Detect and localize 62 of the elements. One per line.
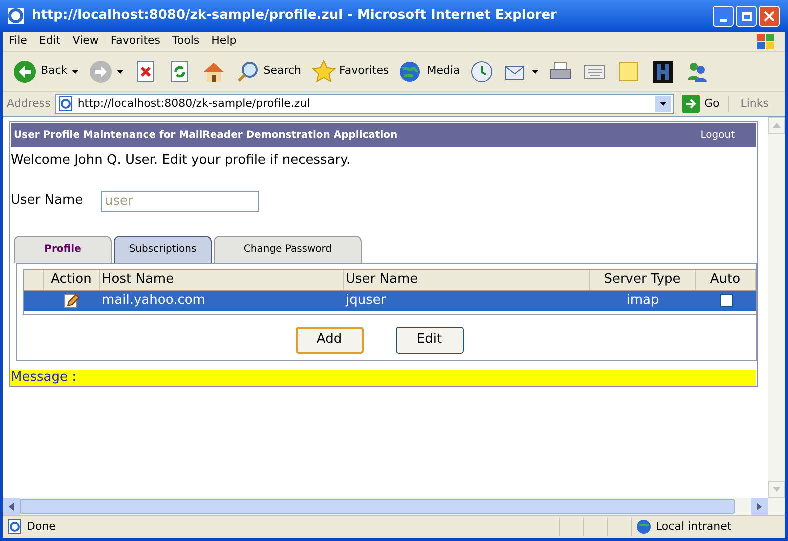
- search-icon: [236, 60, 260, 84]
- history-icon: [470, 60, 494, 84]
- globe-icon: [636, 519, 652, 535]
- menu-item[interactable]: File: [3, 33, 34, 50]
- maximize-button[interactable]: [736, 6, 757, 26]
- column-header: Server Type: [590, 270, 696, 290]
- column-header: Action: [44, 270, 100, 290]
- caret-icon: [660, 102, 667, 106]
- media-toolbar-button[interactable]: Media: [397, 56, 462, 86]
- scroll-left-icon: [9, 502, 14, 510]
- column-header: Host Name: [100, 270, 344, 290]
- tab[interactable]: Change Password: [214, 236, 362, 262]
- menu-item[interactable]: Tools: [166, 33, 206, 50]
- dropdown-icon[interactable]: [655, 96, 672, 112]
- vertical-scrollbar[interactable]: [768, 117, 785, 498]
- menu-item[interactable]: Edit: [33, 33, 67, 50]
- go-button[interactable]: Go: [678, 95, 724, 113]
- page-icon: [58, 96, 74, 112]
- address-field[interactable]: http://localhost:8080/zk-sample/profile.zul: [54, 94, 674, 114]
- star-icon: [312, 60, 336, 84]
- windows-logo-icon: [755, 32, 777, 50]
- links-button[interactable]: Links: [728, 96, 781, 112]
- menu-item[interactable]: View: [66, 33, 105, 50]
- page-title: User Profile Maintenance for MailReader Demonstration Application: [14, 128, 398, 142]
- window-title: http://localhost:8080/zk-sample/profile.zul - Microsoft Internet Explorer: [32, 7, 558, 26]
- search-toolbar-button[interactable]: Search: [234, 56, 304, 86]
- caret-icon: [532, 70, 540, 74]
- tab[interactable]: Profile: [14, 236, 112, 262]
- h-logo-icon: [651, 60, 676, 84]
- close-icon: [764, 10, 775, 22]
- edit-button[interactable]: Edit: [396, 326, 464, 354]
- horizontal-scrollbar[interactable]: [3, 498, 768, 515]
- welcome-text: Welcome John Q. User. Edit your profile if necessary.: [11, 152, 352, 170]
- caret-icon: [116, 70, 124, 74]
- scroll-right-icon: [757, 502, 762, 510]
- add-button[interactable]: Add: [296, 326, 364, 354]
- auto-checkbox[interactable]: [720, 294, 732, 307]
- table-cell-text: jquser: [344, 292, 388, 310]
- column-header: User Name: [344, 270, 590, 290]
- menu-item[interactable]: Favorites: [104, 33, 167, 50]
- page-icon: [7, 519, 23, 535]
- scroll-up-icon: [772, 123, 780, 128]
- scroll-down-icon: [772, 487, 780, 492]
- status-text: Done: [27, 518, 57, 535]
- zone-text: Local intranet: [656, 518, 732, 535]
- close-button[interactable]: [759, 6, 780, 26]
- address-label: Address: [7, 96, 51, 112]
- message-bar: Message :: [10, 370, 756, 386]
- menu-item[interactable]: Help: [206, 33, 243, 50]
- back-toolbar-button[interactable]: Back: [11, 56, 81, 86]
- column-header: Auto: [696, 270, 756, 290]
- caret-icon: [72, 70, 79, 74]
- pencil-icon[interactable]: [64, 292, 80, 308]
- minimize-button[interactable]: [713, 6, 734, 26]
- table-cell-text: imap: [626, 292, 660, 310]
- user-name-label: User Name: [11, 192, 84, 210]
- table-cell-text: mail.yahoo.com: [101, 292, 206, 310]
- note-icon: [617, 60, 642, 84]
- tab[interactable]: Subscriptions: [114, 236, 212, 262]
- favorites-toolbar-button[interactable]: Favorites: [310, 56, 392, 86]
- table-row[interactable]: mail.yahoo.com jquser imap: [24, 290, 756, 310]
- logout-link[interactable]: Logout: [700, 128, 735, 142]
